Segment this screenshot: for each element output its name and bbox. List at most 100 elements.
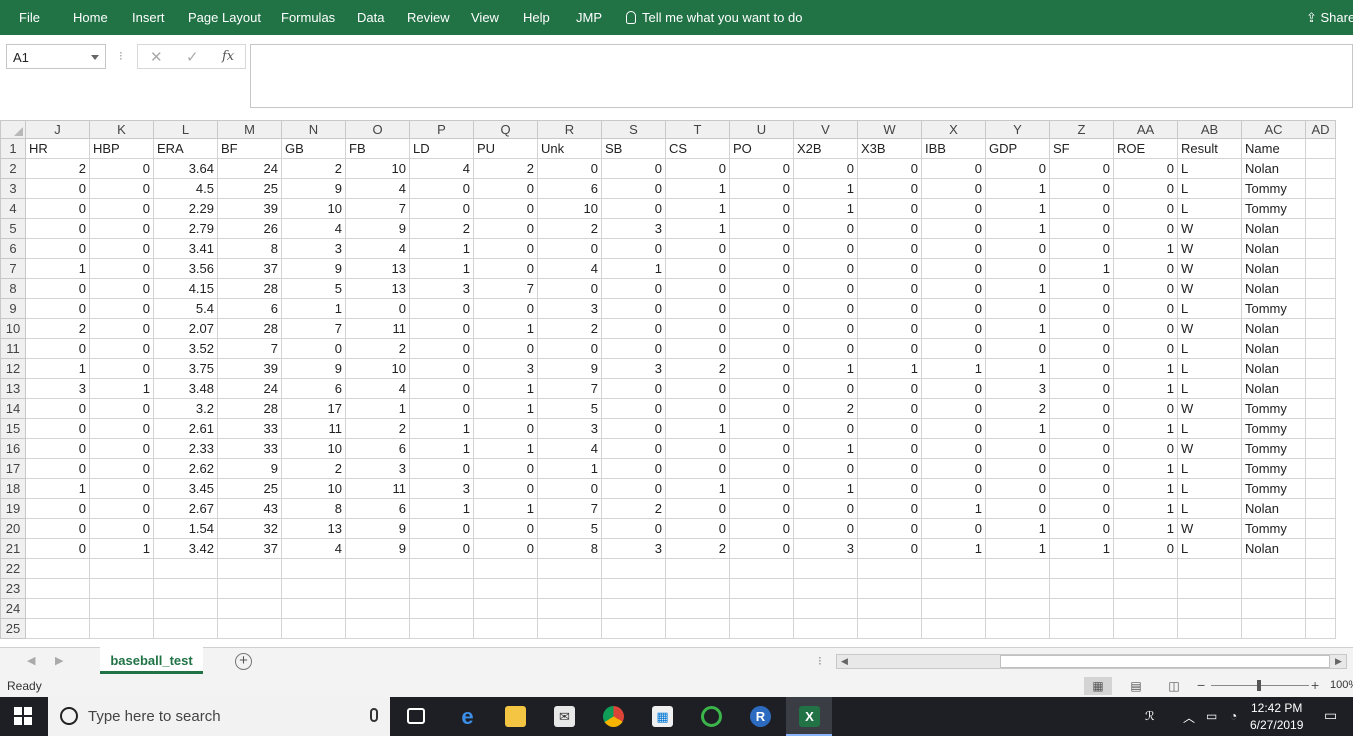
cell[interactable] (25, 618, 90, 639)
cell[interactable]: 0 (921, 258, 986, 279)
cell[interactable]: 0 (665, 318, 730, 339)
cell[interactable]: 0 (1113, 278, 1178, 299)
cell[interactable]: 0 (89, 278, 154, 299)
row-header[interactable]: 20 (0, 518, 26, 539)
cell[interactable] (409, 558, 474, 579)
cell[interactable]: 0 (473, 218, 538, 239)
column-header[interactable]: M (217, 120, 282, 139)
cell[interactable] (601, 558, 666, 579)
cell[interactable]: 1 (665, 478, 730, 499)
chevron-down-icon[interactable] (91, 55, 99, 60)
cell[interactable]: 0 (729, 398, 794, 419)
cell[interactable]: 0 (409, 338, 474, 359)
cell[interactable]: 0 (1049, 298, 1114, 319)
cell[interactable]: 37 (217, 538, 282, 559)
cell[interactable]: 7 (281, 318, 346, 339)
cell[interactable]: 10 (281, 478, 346, 499)
cell[interactable] (1305, 518, 1336, 539)
column-header[interactable]: AA (1113, 120, 1178, 139)
cell[interactable]: HBP (89, 138, 154, 159)
cell[interactable]: Tommy (1241, 178, 1306, 199)
add-sheet-icon[interactable]: + (235, 653, 252, 670)
cell[interactable]: 6 (217, 298, 282, 319)
sheet-tab-baseball-test[interactable]: baseball_test (100, 647, 203, 674)
cell[interactable]: 1 (985, 318, 1050, 339)
cell[interactable]: 0 (729, 338, 794, 359)
cell[interactable]: FB (345, 138, 410, 159)
tab-formulas[interactable]: Formulas (281, 10, 335, 25)
cell[interactable]: 1 (281, 298, 346, 319)
cell[interactable] (1305, 618, 1336, 639)
cell[interactable]: 5.4 (153, 298, 218, 319)
cell[interactable] (153, 598, 218, 619)
cell[interactable]: 3 (601, 218, 666, 239)
share-button[interactable]: ⇪ Share (1306, 10, 1353, 26)
cell[interactable]: L (1177, 418, 1242, 439)
cell[interactable] (1049, 578, 1114, 599)
cell[interactable]: 0 (409, 298, 474, 319)
cell[interactable]: 0 (729, 378, 794, 399)
cell[interactable]: 0 (601, 458, 666, 479)
cell[interactable]: 2 (601, 498, 666, 519)
column-header[interactable]: V (793, 120, 858, 139)
scrollbar-thumb[interactable] (1000, 655, 1330, 668)
cell[interactable] (89, 598, 154, 619)
cell[interactable]: 0 (1049, 218, 1114, 239)
zoom-out-icon[interactable]: − (1197, 677, 1205, 693)
cell[interactable]: 0 (729, 458, 794, 479)
cell[interactable]: 24 (217, 158, 282, 179)
circular-app-icon[interactable] (688, 697, 734, 736)
cell[interactable] (857, 578, 922, 599)
row-header[interactable]: 5 (0, 218, 26, 239)
cell[interactable] (1305, 318, 1336, 339)
people-icon[interactable]: ℛ (1145, 709, 1155, 723)
column-header[interactable]: Y (985, 120, 1050, 139)
cell[interactable] (1305, 258, 1336, 279)
cell[interactable]: 0 (1113, 218, 1178, 239)
cell[interactable] (729, 578, 794, 599)
cell[interactable]: 0 (537, 158, 602, 179)
cell[interactable]: 0 (921, 378, 986, 399)
normal-view-icon[interactable]: ▦ (1084, 677, 1112, 695)
cell[interactable] (729, 618, 794, 639)
cell[interactable]: 1 (665, 198, 730, 219)
cell[interactable]: 7 (537, 498, 602, 519)
file-explorer-icon[interactable] (492, 697, 538, 736)
cell[interactable]: 2.07 (153, 318, 218, 339)
cell[interactable] (1305, 218, 1336, 239)
cell[interactable]: 6 (345, 498, 410, 519)
cell[interactable]: L (1177, 498, 1242, 519)
cell[interactable]: 0 (921, 418, 986, 439)
cell[interactable]: Nolan (1241, 318, 1306, 339)
cell[interactable]: 1 (409, 498, 474, 519)
cell[interactable]: 0 (921, 158, 986, 179)
cell[interactable]: 5 (537, 518, 602, 539)
cell[interactable] (1305, 458, 1336, 479)
cell[interactable]: 0 (601, 158, 666, 179)
cell[interactable]: 0 (1049, 338, 1114, 359)
row-header[interactable]: 3 (0, 178, 26, 199)
cell[interactable]: 0 (1113, 338, 1178, 359)
cell[interactable]: 43 (217, 498, 282, 519)
column-header[interactable]: Q (473, 120, 538, 139)
cell[interactable]: 1 (1113, 478, 1178, 499)
cell[interactable]: 0 (921, 518, 986, 539)
cell[interactable]: 0 (729, 198, 794, 219)
cell[interactable] (1305, 278, 1336, 299)
cell[interactable]: 0 (1049, 518, 1114, 539)
cell[interactable]: 7 (217, 338, 282, 359)
sheet-prev-icon[interactable]: ◀ (27, 654, 35, 667)
cell[interactable]: 3.52 (153, 338, 218, 359)
tab-home[interactable]: Home (73, 10, 108, 25)
cell[interactable]: 0 (1113, 198, 1178, 219)
cell[interactable] (601, 598, 666, 619)
cell[interactable]: W (1177, 278, 1242, 299)
cell[interactable]: 0 (793, 158, 858, 179)
row-header[interactable]: 1 (0, 138, 26, 159)
cell[interactable]: 0 (729, 218, 794, 239)
cell[interactable] (665, 558, 730, 579)
cell[interactable]: 0 (857, 258, 922, 279)
cell[interactable]: 0 (1049, 278, 1114, 299)
cell[interactable]: 4 (281, 218, 346, 239)
cell[interactable]: Tommy (1241, 478, 1306, 499)
